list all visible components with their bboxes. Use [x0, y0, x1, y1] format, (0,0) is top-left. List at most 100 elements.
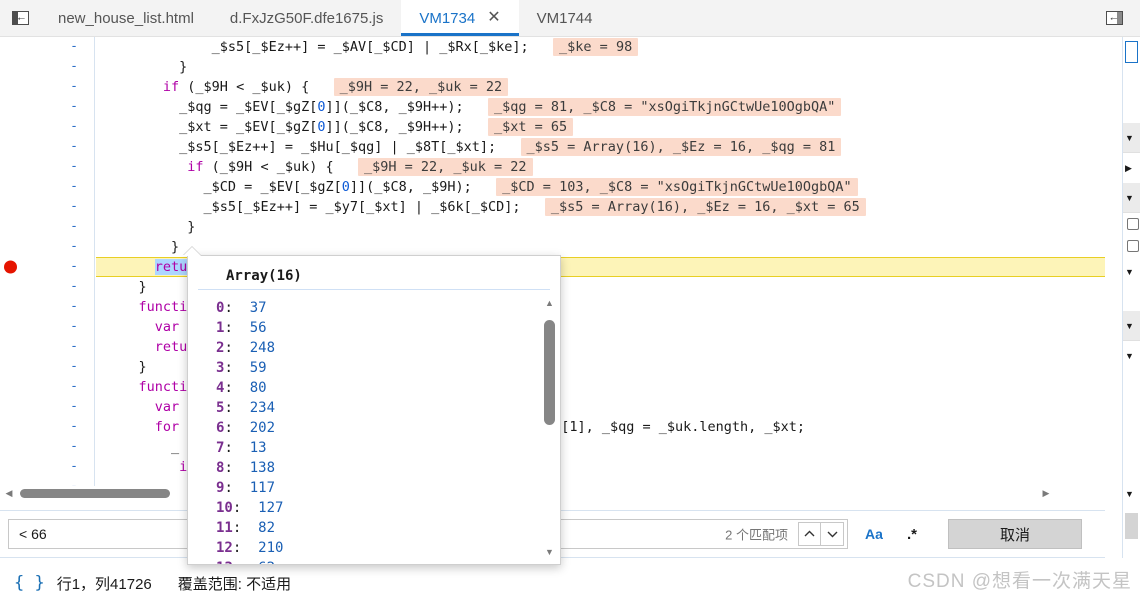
gutter-row[interactable]: -: [0, 397, 94, 417]
gutter-row[interactable]: -: [0, 237, 94, 257]
code-line[interactable]: }: [96, 237, 1105, 257]
inline-debug-value[interactable]: _$qg = 81, _$C8 = "xsOgiTkjnGCtwUe10OgbQ…: [488, 98, 842, 116]
tab-vm1744[interactable]: VM1744: [518, 0, 611, 36]
gutter-row[interactable]: -: [0, 277, 94, 297]
popup-entry[interactable]: 3: 59: [216, 358, 560, 378]
code-line[interactable]: }: [96, 217, 1105, 237]
debug-panel-section-header[interactable]: ▼: [1123, 257, 1140, 287]
popup-entry-list[interactable]: 0: 37 1: 56 2: 248 3: 59 4: 80 5: 234 6: 202 7:…: [188, 292, 560, 564]
code-line[interactable]: _$CD = _$EV[_$gZ[0]](_$C8, _$9H); _$CD =…: [96, 177, 1105, 197]
use-regex-button[interactable]: .*: [896, 519, 928, 549]
code-line[interactable]: _$s5[_$Ez++] = _$y7[_$xt] | _$6k[_$CD]; …: [96, 197, 1105, 217]
debug-side-panel[interactable]: ▼ ▶ ▼ ▼ ▼ ▼ ▼: [1122, 37, 1140, 582]
popup-scroll-thumb[interactable]: [544, 320, 555, 425]
scroll-right-arrow-icon[interactable]: ▶: [1039, 486, 1053, 500]
code-line[interactable]: _$qg = _$EV[_$gZ[0]](_$C8, _$9H++); _$qg…: [96, 97, 1105, 117]
popup-entry[interactable]: 9: 117: [216, 478, 560, 498]
gutter-row[interactable]: -: [0, 197, 94, 217]
gutter-row[interactable]: -: [0, 457, 94, 477]
code-line[interactable]: if (_$9H < _$uk) { _$9H = 22, _$uk = 22: [96, 77, 1105, 97]
popup-entry[interactable]: 13: 62: [216, 558, 560, 564]
popup-entry[interactable]: 11: 82: [216, 518, 560, 538]
close-icon[interactable]: ✕: [487, 10, 500, 26]
popup-entry[interactable]: 5: 234: [216, 398, 560, 418]
gutter-row[interactable]: -: [0, 377, 94, 397]
checkbox-icon[interactable]: [1127, 218, 1139, 230]
match-case-button[interactable]: Aa: [858, 519, 890, 549]
popup-scroll-down-icon[interactable]: ▼: [541, 543, 558, 560]
breakpoint-icon[interactable]: [4, 260, 17, 274]
gutter-row[interactable]: -: [0, 317, 94, 337]
toggle-left-panel-button[interactable]: ←: [0, 0, 40, 36]
popup-scroll-up-icon[interactable]: ▲: [541, 294, 558, 311]
popup-entry[interactable]: 8: 138: [216, 458, 560, 478]
debug-panel-button[interactable]: [1125, 513, 1138, 539]
gutter-row[interactable]: -: [0, 157, 94, 177]
inline-debug-value[interactable]: _$CD = 103, _$C8 = "xsOgiTkjnGCtwUe10Ogb…: [496, 178, 858, 196]
value-inspector-popup[interactable]: Array(16) 0: 37 1: 56 2: 248 3: 59 4: 80 5: 2…: [187, 255, 561, 565]
debug-panel-section-header[interactable]: ▼: [1123, 311, 1140, 341]
gutter-row[interactable]: -: [0, 357, 94, 377]
toggle-right-panel-button[interactable]: ←: [1094, 11, 1134, 25]
format-braces-icon[interactable]: { }: [14, 573, 45, 593]
gutter-row[interactable]: -: [0, 177, 94, 197]
gutter-row[interactable]: -: [0, 137, 94, 157]
popup-entry[interactable]: 4: 80: [216, 378, 560, 398]
debug-panel-section-header[interactable]: ▼: [1123, 123, 1140, 153]
debug-panel-row[interactable]: ▶: [1123, 153, 1140, 183]
gutter-row[interactable]: -: [0, 217, 94, 237]
gutter-row[interactable]: -: [0, 57, 94, 77]
gutter-row[interactable]: -: [0, 337, 94, 357]
inline-debug-value[interactable]: _$xt = 65: [488, 118, 574, 136]
gutter-row[interactable]: -: [0, 297, 94, 317]
popup-entry[interactable]: 1: 56: [216, 318, 560, 338]
inline-debug-value[interactable]: _$9H = 22, _$uk = 22: [357, 158, 533, 176]
gutter-row[interactable]: -: [0, 77, 94, 97]
code-line[interactable]: }: [96, 57, 1105, 77]
popup-entry[interactable]: 6: 202: [216, 418, 560, 438]
code-line[interactable]: if (_$9H < _$uk) { _$9H = 22, _$uk = 22: [96, 157, 1105, 177]
scroll-left-arrow-icon[interactable]: ◀: [2, 486, 16, 500]
find-previous-button[interactable]: [798, 522, 821, 546]
find-next-button[interactable]: [821, 522, 844, 546]
line-number-gutter[interactable]: --------------------------: [0, 37, 95, 500]
gutter-row[interactable]: -: [0, 97, 94, 117]
gutter-row[interactable]: -: [0, 417, 94, 437]
inline-debug-value[interactable]: _$ke = 98: [553, 38, 639, 56]
popup-entry[interactable]: 12: 210: [216, 538, 560, 558]
code-line[interactable]: _$s5[_$Ez++] = _$AV[_$CD] | _$Rx[_$ke]; …: [96, 37, 1105, 57]
popup-scrollbar[interactable]: ▲ ▼: [541, 294, 558, 560]
code-line[interactable]: _$xt = _$EV[_$gZ[0]](_$C8, _$9H++); _$xt…: [96, 117, 1105, 137]
cursor-position-label: 行1，列41726: [56, 575, 152, 593]
inline-debug-value[interactable]: _$s5 = Array(16), _$Ez = 16, _$xt = 65: [544, 198, 866, 216]
popup-entry-colon: :: [224, 400, 250, 416]
popup-entry[interactable]: 2: 248: [216, 338, 560, 358]
checkbox-icon[interactable]: [1127, 240, 1139, 252]
popup-entry[interactable]: 0: 37: [216, 298, 560, 318]
debug-panel-collapse-icon[interactable]: ▼: [1123, 479, 1140, 509]
popup-entry[interactable]: 7: 13: [216, 438, 560, 458]
inline-debug-value[interactable]: _$9H = 22, _$uk = 22: [333, 78, 509, 96]
debug-panel-section-header[interactable]: ▼: [1123, 341, 1140, 371]
debug-panel-checkbox-row[interactable]: [1123, 213, 1140, 235]
tab-d-fxjzg50f[interactable]: d.FxJzG50F.dfe1675.js: [211, 0, 402, 36]
debug-panel-section-header[interactable]: ▼: [1123, 183, 1140, 213]
debug-panel-checkbox-row[interactable]: [1123, 235, 1140, 257]
popup-entry[interactable]: 10: 127: [216, 498, 560, 518]
tab-label: VM1734: [419, 9, 476, 27]
gutter-row[interactable]: -: [0, 117, 94, 137]
horizontal-scroll-thumb[interactable]: [20, 489, 170, 498]
tab-vm1734[interactable]: VM1734 ✕: [401, 0, 519, 36]
tab-new-house-list[interactable]: new_house_list.html: [40, 0, 212, 36]
debug-panel-input[interactable]: [1125, 41, 1138, 63]
gutter-row[interactable]: -: [0, 37, 94, 57]
cancel-button[interactable]: 取消: [948, 519, 1082, 549]
inline-debug-value[interactable]: _$s5 = Array(16), _$Ez = 16, _$qg = 81: [520, 138, 842, 156]
code-token: var: [154, 399, 180, 415]
gutter-row[interactable]: -: [0, 437, 94, 457]
code-line[interactable]: _$s5[_$Ez++] = _$Hu[_$qg] | _$8T[_$xt]; …: [96, 137, 1105, 157]
gutter-row[interactable]: -: [0, 257, 94, 277]
